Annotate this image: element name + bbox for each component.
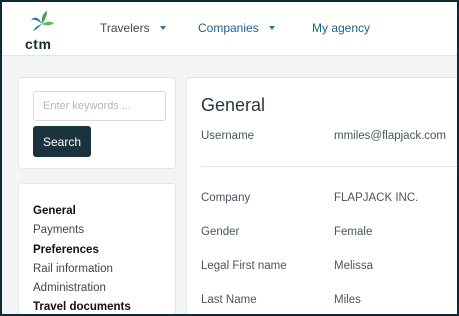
last-name-value: Miles	[334, 294, 361, 306]
company-label: Company	[201, 192, 251, 204]
section-divider	[201, 166, 457, 167]
page-title: General	[201, 95, 266, 115]
flower-logo-icon	[31, 11, 54, 31]
legal-first-name-value: Melissa	[334, 260, 373, 272]
nav-travelers[interactable]: Travelers	[100, 21, 166, 35]
gender-label: Gender	[201, 226, 240, 238]
search-input[interactable]	[33, 91, 166, 121]
gender-value: Female	[334, 226, 373, 238]
sidebar-item-travel-documents[interactable]: Travel documents	[33, 298, 131, 314]
sidebar-item-general[interactable]: General	[33, 202, 131, 221]
company-value: FLAPJACK INC.	[334, 192, 419, 204]
last-name-label: Last Name	[201, 294, 257, 306]
general-panel: General Username mmiles@flapjack.com Com…	[186, 77, 457, 314]
sidebar-item-payments[interactable]: Payments	[33, 221, 131, 240]
search-panel: Search	[18, 77, 176, 169]
app-frame: ctm Travelers Companies My agency Search…	[2, 2, 457, 314]
nav-travelers-label: Travelers	[100, 21, 150, 35]
sidebar-item-administration[interactable]: Administration	[33, 279, 131, 298]
chevron-down-icon	[268, 26, 275, 30]
nav-my-agency-label: My agency	[312, 21, 371, 35]
username-label: Username	[201, 130, 255, 142]
sidebar-item-rail-information[interactable]: Rail information	[33, 260, 131, 279]
nav-companies-label: Companies	[198, 21, 259, 35]
sidebar-item-preferences[interactable]: Preferences	[33, 241, 131, 260]
top-navigation-bar: ctm Travelers Companies My agency	[2, 2, 457, 56]
sidebar-list: General Payments Preferences Rail inform…	[33, 202, 131, 314]
sidebar-menu: General Payments Preferences Rail inform…	[18, 183, 176, 314]
chevron-down-icon	[159, 26, 166, 30]
nav-my-agency[interactable]: My agency	[312, 21, 370, 35]
nav-companies[interactable]: Companies	[198, 21, 275, 35]
legal-first-name-label: Legal First name	[201, 260, 287, 272]
ctm-logo[interactable]: ctm	[22, 10, 62, 52]
search-button[interactable]: Search	[33, 126, 91, 157]
brand-name: ctm	[25, 36, 52, 52]
username-value: mmiles@flapjack.com	[334, 130, 447, 142]
